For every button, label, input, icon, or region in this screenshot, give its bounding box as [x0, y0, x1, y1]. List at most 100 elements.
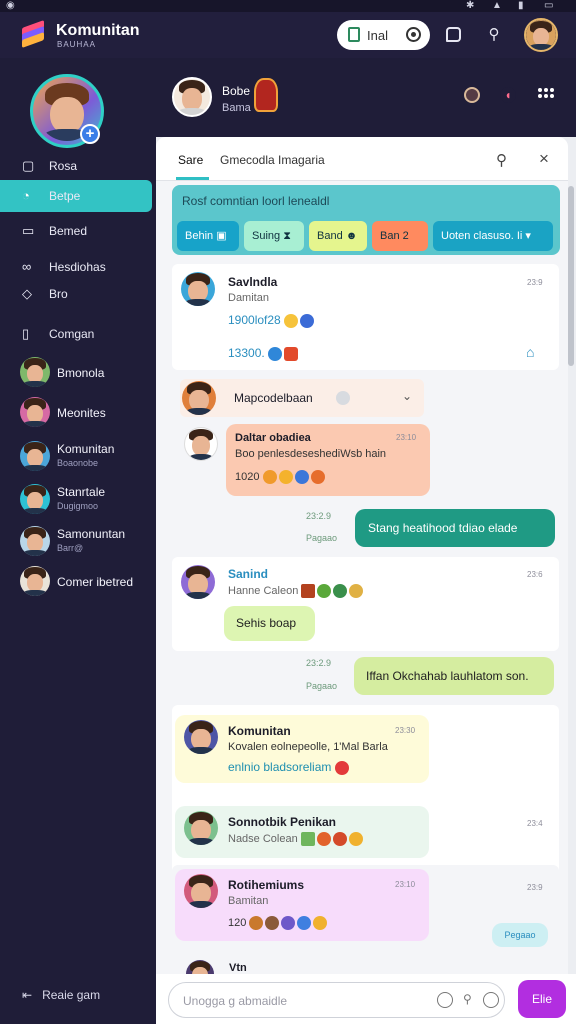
add-profile-button[interactable]: +: [80, 124, 100, 144]
quoted-message-header[interactable]: Mapcodelbaan ⌄: [180, 379, 424, 417]
message-group-card: Rotihemiums 23:10 Bamitan 120 23:9 Pegaa…: [172, 865, 559, 965]
emoji-icon[interactable]: [437, 992, 453, 1008]
chevron-down-icon[interactable]: ⌄: [402, 389, 412, 403]
app-title: Komunitan: [56, 22, 140, 39]
reply-icon[interactable]: ⌂: [526, 344, 534, 360]
message-bubble[interactable]: Daltar obadiea 23:10 Boo penlesdeseshedi…: [226, 424, 430, 496]
face-emoji-icon: [348, 832, 363, 846]
sidebar-footer-link[interactable]: ⇤ Reaie gam: [22, 988, 100, 1002]
send-button[interactable]: Elie: [518, 980, 566, 1018]
app-subtitle: BAUHAA: [57, 40, 96, 49]
sent-message-bubble[interactable]: Iffan Okchahab lauhlatom son.: [354, 657, 554, 695]
record-icon[interactable]: [464, 87, 480, 103]
message-line: enlnio bladsoreliam: [228, 760, 351, 775]
chat-contact-name: Bobe: [222, 84, 251, 98]
message-link[interactable]: enlnio bladsoreliam: [228, 760, 331, 774]
contact-name: Komunitan: [57, 442, 115, 456]
face-emoji-icon: [333, 584, 348, 598]
face-emoji-icon: [249, 916, 264, 930]
nav-label: Rosa: [49, 159, 78, 173]
message-card[interactable]: Sanind 23:6 Hanne Caleon Sehis boap: [172, 557, 559, 651]
contact-avatar: [20, 566, 50, 596]
message-bubble[interactable]: Rotihemiums 23:10 Bamitan 120: [175, 869, 429, 941]
nav-item-comgan[interactable]: ▯ Comgan: [0, 318, 152, 350]
link-icon: ∞: [22, 259, 32, 274]
message-bubble[interactable]: Sonnotbik Penikan Nadse Colean: [175, 806, 429, 858]
contact-item[interactable]: Stanrtale Dugigmoo: [0, 479, 156, 519]
face-emoji-icon: [310, 470, 325, 484]
filter-chip-suing[interactable]: Suing ⧗: [244, 221, 304, 251]
message-line: 13300.: [228, 346, 300, 361]
message-text: 1020: [235, 470, 260, 483]
message-text: Nadse Colean: [228, 832, 298, 845]
message-time: 23:9: [527, 883, 543, 892]
contact-item[interactable]: Bmonola: [0, 352, 156, 392]
message-line: 120: [228, 916, 329, 930]
contact-item[interactable]: Meonites: [0, 392, 156, 432]
contact-item[interactable]: Samonuntan Barr@: [0, 521, 156, 561]
filter-chip-band[interactable]: Band ☻: [309, 221, 367, 251]
message-bubble[interactable]: Komunitan 23:30 Kovalen eolnepeolle, 1'M…: [175, 715, 429, 783]
battery-icon: ▭: [544, 0, 554, 11]
contact-avatar: [20, 357, 50, 387]
pin-icon: ⧗: [283, 230, 291, 242]
sidebar: + ▢ Rosa ◔ Betpe ▭ Bemed ∞ Hesdiohas ◇ B…: [0, 58, 156, 1024]
nav-item-rosa[interactable]: ▢ Rosa: [0, 150, 152, 182]
message-input[interactable]: Unogga g abmaidle ⚲: [168, 982, 505, 1018]
chat-scrollbar[interactable]: [568, 186, 574, 366]
message-text: Hanne Caleon: [228, 584, 299, 597]
user-avatar[interactable]: [524, 18, 558, 52]
search-icon[interactable]: ⚲: [496, 151, 507, 169]
heart-icon[interactable]: ◖: [500, 87, 516, 103]
clock-icon: ◔: [22, 188, 30, 203]
attach-icon[interactable]: ⚲: [463, 992, 472, 1006]
tab-gmecodla[interactable]: Gmecodla Imagaria: [220, 153, 325, 167]
more-options-icon[interactable]: [538, 88, 554, 102]
contact-status: Boaonobe: [57, 458, 99, 468]
contact-status: Dugigmoo: [57, 501, 99, 511]
message-time: 23:10: [396, 433, 417, 442]
contact-name: Stanrtale: [57, 485, 106, 499]
book-icon: ▭: [22, 223, 35, 238]
contact-item[interactable]: Komunitan Boaonobe: [0, 436, 156, 476]
face-emoji-icon: [332, 832, 347, 846]
nav-item-betpe[interactable]: ◔ Betpe: [0, 180, 152, 212]
chat-contact-status: Bama: [222, 102, 251, 114]
contact-item[interactable]: Comer ibetred: [0, 561, 156, 601]
tab-sare[interactable]: Sare: [178, 153, 203, 167]
chip-label: Ban 2: [380, 230, 409, 242]
sent-message-bubble[interactable]: Stang heatihood tdiao elade: [355, 509, 555, 547]
sender-avatar: [184, 811, 218, 845]
nav-label: Bro: [49, 287, 68, 301]
face-emoji-icon: [281, 916, 296, 930]
lion-sticker-icon: [254, 78, 278, 112]
chat-header: Bobe Bama ◖: [156, 58, 576, 137]
filter-dropdown[interactable]: Uoten clasuso. Ii ▾: [433, 221, 553, 251]
sender-avatar: [181, 565, 215, 599]
filter-chip-ban2[interactable]: Ban 2: [372, 221, 428, 251]
message-text: 120: [228, 916, 247, 929]
nav-item-bro[interactable]: ◇ Bro: [0, 278, 152, 310]
sticker-emoji-icon: [300, 832, 315, 846]
sender-avatar: [184, 720, 218, 754]
message-status: Pagaao: [306, 681, 338, 691]
message-bubble[interactable]: Sehis boap: [224, 606, 315, 641]
record-icon[interactable]: [406, 27, 421, 42]
message-card[interactable]: Savlndla Damitan 23:9 1900lof28 13300. ⌂: [172, 264, 559, 370]
face-emoji-icon: [313, 916, 328, 930]
message-icon[interactable]: [446, 27, 461, 42]
close-icon[interactable]: ×: [539, 149, 549, 169]
sender-name: Sanind: [228, 567, 269, 581]
chat-contact-avatar[interactable]: [172, 77, 212, 117]
search-pill-button[interactable]: Inal: [337, 20, 430, 50]
filter-chip-behin[interactable]: Behin ▣: [177, 221, 239, 251]
message-time: 23:2.9: [306, 511, 332, 521]
camera-icon: ◉: [6, 0, 15, 11]
message-time: 23:10: [395, 880, 416, 889]
sender-avatar: [181, 272, 215, 306]
nav-label: Hesdiohas: [49, 260, 106, 274]
search-icon[interactable]: ⚲: [485, 26, 503, 44]
nav-item-bemed[interactable]: ▭ Bemed: [0, 215, 152, 247]
message-composer: Unogga g abmaidle ⚲ Elie: [156, 974, 576, 1024]
sticker-icon[interactable]: [483, 992, 499, 1008]
